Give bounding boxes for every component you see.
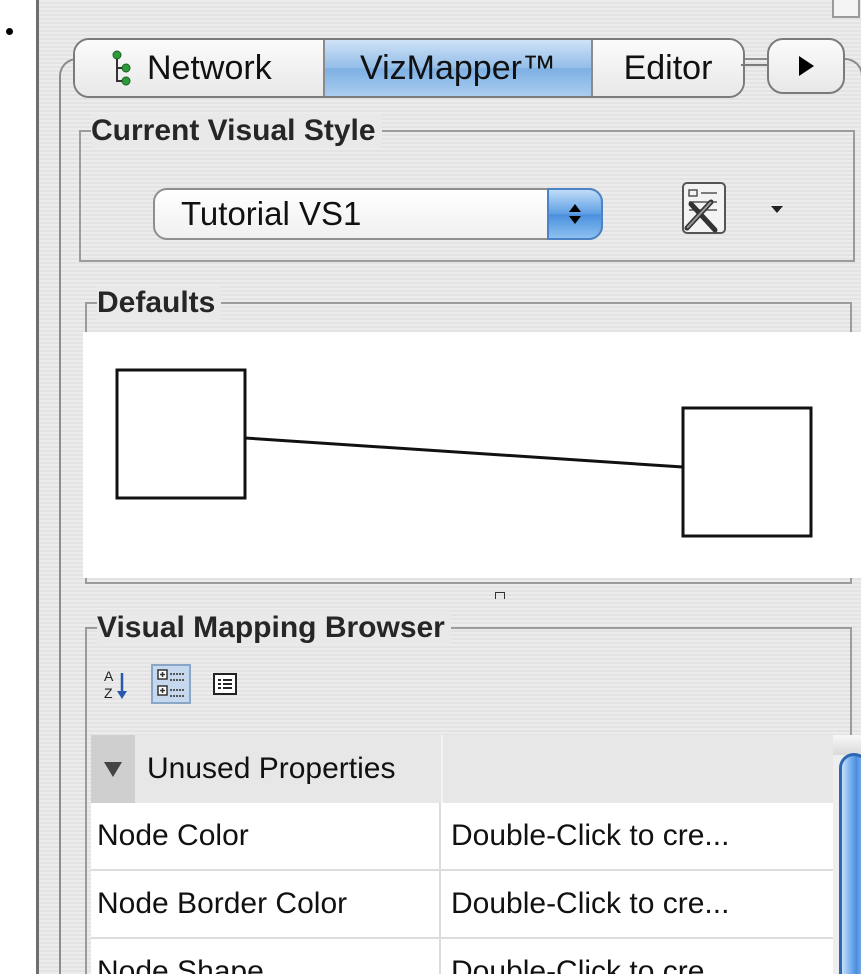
collapse-triangle-icon[interactable] (91, 735, 135, 803)
default-network-preview (115, 368, 813, 538)
tab-strip: Network VizMapper™ Editor (73, 38, 745, 98)
sort-az-button[interactable]: A Z (97, 664, 137, 704)
list-view-icon (213, 673, 237, 695)
scrollbar-cap (833, 735, 861, 755)
browser-toolbar: A Z (97, 664, 259, 704)
categorized-view-icon (157, 669, 184, 697)
property-value[interactable]: Double-Click to cre... (451, 803, 729, 869)
default-style-preview[interactable] (83, 332, 861, 578)
visual-style-select[interactable]: Tutorial VS1 (153, 188, 603, 240)
current-visual-style-legend: Current Visual Style (91, 114, 382, 148)
visual-style-value: Tutorial VS1 (181, 195, 362, 232)
property-value[interactable]: Double-Click to cre... (451, 871, 729, 937)
table-row[interactable]: Node Border Color Double-Click to cre... (91, 871, 833, 939)
property-value[interactable]: Double-Click to cre... (451, 939, 729, 974)
property-name: Node Shape (97, 955, 264, 974)
tab-network-label: Network (147, 48, 272, 87)
tab-vizmapper[interactable]: VizMapper™ (325, 40, 593, 96)
defaults-legend: Defaults (97, 286, 222, 320)
select-stepper-icon[interactable] (547, 188, 603, 240)
property-name: Node Color (97, 819, 249, 852)
next-tab-button[interactable] (767, 38, 845, 94)
play-arrow-icon (799, 56, 814, 76)
tab-vizmapper-label: VizMapper™ (360, 48, 556, 87)
visual-mapping-browser-legend: Visual Mapping Browser (97, 611, 451, 645)
preview-target-node (681, 406, 813, 538)
table-row[interactable]: Node Shape Double-Click to cre... (91, 939, 833, 974)
categorized-view-button[interactable] (151, 664, 191, 704)
list-view-button[interactable] (205, 664, 245, 704)
tab-editor-label: Editor (623, 48, 713, 87)
style-options-icon[interactable] (677, 180, 731, 238)
style-options-dropdown-icon[interactable] (771, 206, 783, 213)
tab-connector-line (741, 64, 769, 66)
split-pane-handle[interactable] (495, 592, 505, 599)
scrollbar-thumb[interactable] (839, 753, 861, 974)
current-visual-style-group: Current Visual Style Tutorial VS1 (79, 114, 855, 262)
table-row[interactable]: Node Color Double-Click to cre... (91, 803, 833, 871)
tab-network[interactable]: Network (75, 40, 325, 96)
category-label: Unused Properties (147, 752, 396, 785)
vizmapper-panel: Network VizMapper™ Editor Current Visual… (36, 0, 861, 974)
svg-text:A: A (104, 668, 114, 684)
vertical-scrollbar[interactable] (833, 735, 861, 974)
network-tree-icon (112, 50, 131, 86)
preview-source-node (115, 368, 247, 500)
category-row-unused-properties[interactable]: Unused Properties (91, 735, 833, 803)
tab-editor[interactable]: Editor (593, 40, 743, 96)
svg-text:Z: Z (104, 685, 113, 701)
list-bullet (6, 28, 13, 35)
sort-az-icon: A Z (104, 668, 127, 701)
property-name: Node Border Color (97, 887, 348, 920)
preview-edge (244, 436, 684, 469)
property-table[interactable]: Unused Properties Node Color Double-Clic… (91, 735, 833, 974)
window-corner-button[interactable] (832, 0, 860, 18)
